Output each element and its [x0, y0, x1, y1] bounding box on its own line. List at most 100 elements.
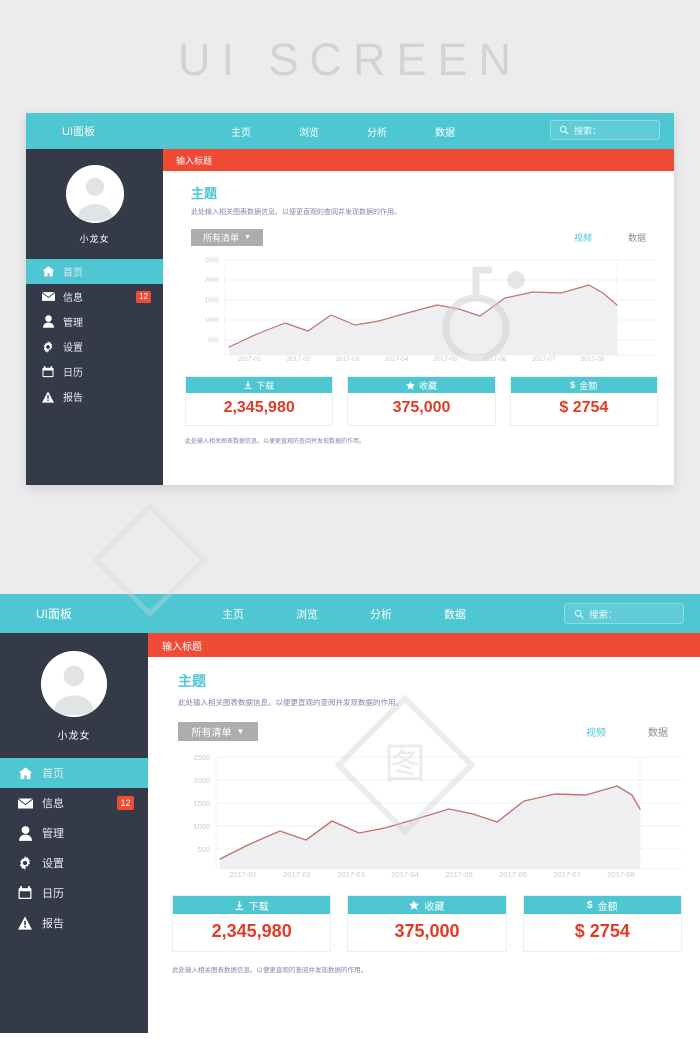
- card-value: 375,000: [392, 399, 451, 416]
- list-filter-dropdown[interactable]: 所有清单 ▼: [178, 722, 258, 741]
- sidebar-item-label-messages: 信息: [63, 293, 83, 304]
- nav-link-home[interactable]: 主页: [222, 606, 244, 622]
- user-icon: [38, 315, 58, 328]
- stat-card-downloads: 下载 2,345,980: [185, 376, 334, 426]
- nav-link-data[interactable]: 数据: [444, 606, 466, 622]
- section-description: 此处输入相关图表数据信息。以便更直观的查阅并发现数据的作用。: [178, 698, 403, 707]
- user-avatar-icon: [41, 651, 107, 717]
- sidebar-item-label-report: 报告: [42, 918, 64, 930]
- stat-cards: 下载 2,345,980 收藏 375,000 $ 金额 $ 2754: [185, 376, 658, 426]
- sidebar-menu: 首页 信息 12 管理 设置 日历 报告: [26, 259, 163, 409]
- search-input[interactable]: 搜索：: [564, 603, 684, 624]
- x-tick: 2017-04: [384, 356, 409, 363]
- search-icon: [559, 125, 569, 135]
- stat-card-favorites: 收藏 375,000: [347, 895, 507, 952]
- x-tick: 2017-07: [553, 870, 581, 879]
- search-placeholder-label: 搜索：: [589, 609, 618, 621]
- sidebar-item-calendar[interactable]: 日历: [26, 359, 163, 384]
- sidebar-item-manage[interactable]: 管理: [26, 309, 163, 334]
- svg-text:1000: 1000: [205, 317, 220, 324]
- sidebar-item-label-manage: 管理: [42, 828, 64, 840]
- tab-video[interactable]: 视频: [574, 231, 592, 244]
- toolbar-row: 所有清单 ▼ 视频 数据: [178, 722, 674, 741]
- sidebar-item-messages[interactable]: 信息 12: [0, 788, 148, 818]
- nav-link-analyze[interactable]: 分析: [367, 124, 387, 139]
- user-icon: [14, 825, 36, 841]
- sidebar: 小龙女 首页 信息 12 管理 设置 日历 报告: [26, 149, 163, 485]
- main-content: 输入标题 主题 此处输入相关图表数据信息。以便更直观的查阅并发现数据的作用。 所…: [163, 149, 674, 485]
- dropdown-label: 所有清单: [203, 233, 240, 243]
- chart-svg: 2500 2000 1500 1000 500: [193, 753, 682, 870]
- sidebar-item-settings[interactable]: 设置: [26, 334, 163, 359]
- card-header: 下载: [173, 896, 331, 914]
- x-tick: 2017-01: [229, 870, 257, 879]
- sidebar-item-label-settings: 设置: [42, 858, 64, 870]
- line-chart: 2500 2000 1500 1000 500 2017-01 2017-02 …: [185, 252, 656, 363]
- svg-text:2000: 2000: [205, 277, 220, 284]
- sidebar-item-settings[interactable]: 设置: [0, 848, 148, 878]
- warning-icon: [38, 390, 58, 403]
- dropdown-label: 所有清单: [191, 728, 232, 739]
- sidebar-item-manage[interactable]: 管理: [0, 818, 148, 848]
- stat-card-amount: $ 金额 $ 2754: [522, 895, 682, 952]
- sidebar-item-label-home: 首页: [63, 268, 83, 279]
- card-header: $ 金额: [523, 896, 681, 914]
- card-header: $ 金额: [510, 377, 657, 393]
- calendar-icon: [14, 886, 36, 900]
- nav-link-browse[interactable]: 浏览: [296, 606, 318, 622]
- sidebar-item-label-messages: 信息: [42, 798, 64, 810]
- search-icon: [574, 609, 584, 619]
- brand-label: UI面板: [36, 607, 73, 621]
- sidebar-item-home[interactable]: 首页: [26, 259, 163, 284]
- tab-data[interactable]: 数据: [648, 724, 668, 739]
- star-icon: [405, 380, 415, 390]
- page-root: UI SCREEN UI面板 主页 浏览 分析 数据 搜索： 小龙女 首页 信息…: [0, 0, 700, 1053]
- sidebar-item-label-home: 首页: [42, 768, 64, 780]
- tab-video[interactable]: 视频: [586, 724, 606, 739]
- sidebar: 小龙女 首页 信息 12 管理 设置 日历 报告: [0, 633, 148, 1033]
- sidebar-item-report[interactable]: 报告: [0, 908, 148, 938]
- nav-link-browse[interactable]: 浏览: [299, 124, 319, 139]
- x-tick: 2017-01: [237, 356, 262, 363]
- red-bar-title: 输入标题: [162, 641, 202, 653]
- card-label: 下载: [248, 901, 269, 913]
- stat-cards: 下载 2,345,980 收藏 375,000 $ 金额 $ 2754: [172, 895, 682, 952]
- nav-link-home[interactable]: 主页: [231, 124, 251, 139]
- section-description: 此处输入相关图表数据信息。以便更直观的查阅并发现数据的作用。: [191, 209, 401, 216]
- status-badge: 12: [136, 290, 151, 303]
- sidebar-item-calendar[interactable]: 日历: [0, 878, 148, 908]
- sidebar-item-report[interactable]: 报告: [26, 384, 163, 409]
- sidebar-menu: 首页 信息 12 管理 设置 日历 报告: [0, 758, 148, 938]
- status-badge: 12: [117, 796, 134, 810]
- brand-label: UI面板: [62, 126, 95, 138]
- mail-icon: [14, 796, 36, 811]
- nav-link-analyze[interactable]: 分析: [370, 606, 392, 622]
- sidebar-item-home[interactable]: 首页: [0, 758, 148, 788]
- ui-panel-preview: UI面板 主页 浏览 分析 数据 搜索： 小龙女 首页 信息 12 管理 设置 …: [26, 113, 674, 485]
- stat-card-downloads: 下载 2,345,980: [172, 895, 332, 952]
- avatar[interactable]: [41, 651, 107, 717]
- svg-text:500: 500: [208, 337, 219, 344]
- list-filter-dropdown[interactable]: 所有清单 ▼: [191, 229, 263, 246]
- sidebar-item-label-settings: 设置: [63, 343, 83, 354]
- sidebar-item-messages[interactable]: 信息 12: [26, 284, 163, 309]
- tab-data[interactable]: 数据: [628, 231, 646, 244]
- card-value: $ 2754: [559, 399, 609, 416]
- line-chart: 2500 2000 1500 1000 500 2017-01 2017-02 …: [172, 749, 682, 879]
- home-icon: [38, 265, 58, 278]
- download-icon: [235, 900, 244, 910]
- x-tick: 2017-05: [433, 356, 458, 363]
- search-input[interactable]: 搜索：: [550, 120, 660, 140]
- nav-link-data[interactable]: 数据: [435, 124, 455, 139]
- card-header: 收藏: [348, 377, 495, 393]
- section-title: 主题: [191, 186, 218, 201]
- gear-icon: [38, 340, 58, 353]
- sidebar-item-label-manage: 管理: [63, 318, 83, 329]
- page-title: UI SCREEN: [177, 34, 523, 85]
- avatar[interactable]: [65, 165, 124, 223]
- card-value: $ 2754: [574, 921, 630, 941]
- sidebar-item-label-report: 报告: [63, 393, 83, 404]
- sidebar-item-label-calendar: 日历: [63, 368, 83, 379]
- toolbar-row: 所有清单 ▼ 视频 数据: [191, 229, 650, 246]
- chevron-down-icon: ▼: [244, 234, 251, 241]
